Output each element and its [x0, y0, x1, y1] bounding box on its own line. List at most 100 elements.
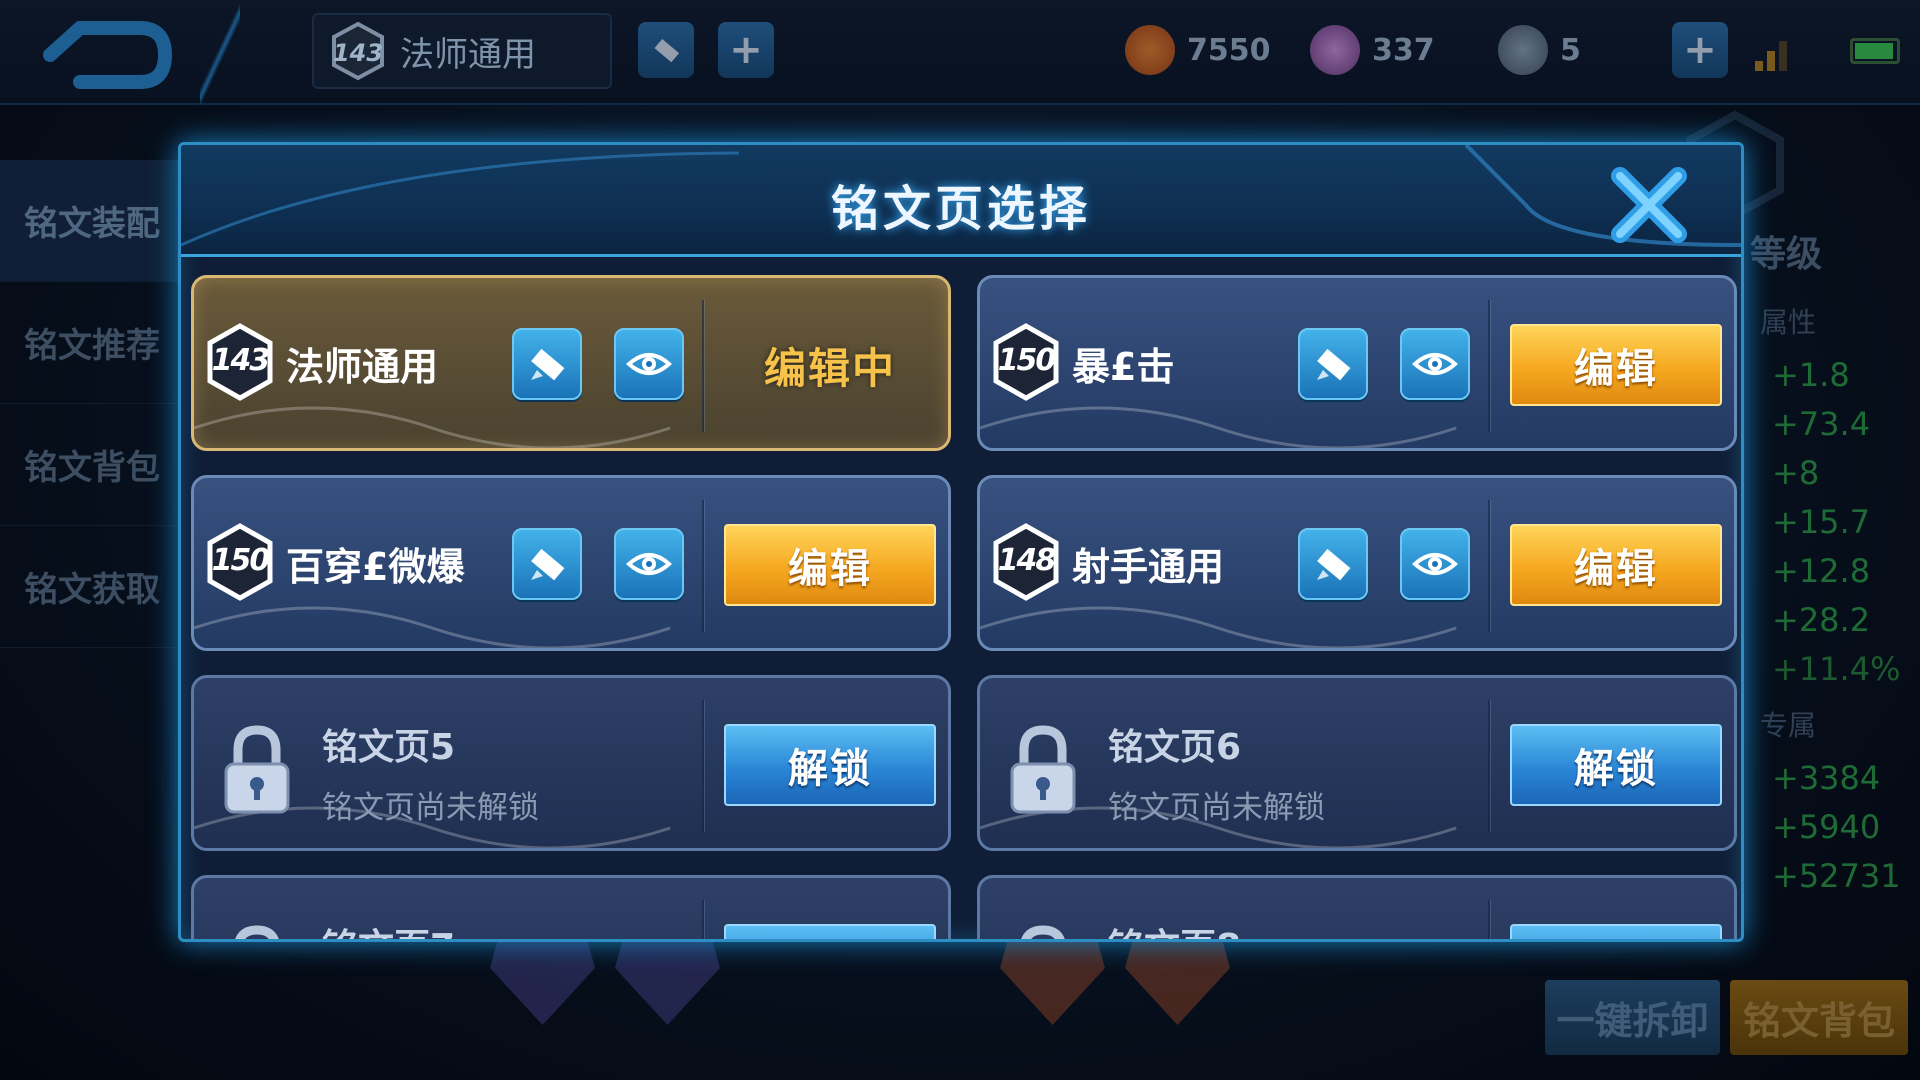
page-level: 143	[211, 343, 271, 378]
unlock-button[interactable]: 解锁	[1510, 924, 1722, 939]
rune-slot-icon[interactable]	[1125, 930, 1230, 1025]
rune-slot-icon[interactable]	[615, 930, 720, 1025]
attribute-value: +15.7	[1772, 503, 1871, 541]
diamond-icon	[1310, 25, 1360, 75]
attribute-section-title: 属性	[1760, 306, 1817, 339]
page-name: 暴£击	[1072, 345, 1175, 389]
rename-button[interactable]	[512, 528, 582, 600]
page-name: 铭文页6	[1108, 727, 1242, 768]
diamond-counter: 337	[1310, 22, 1435, 78]
add-page-button[interactable]: +	[718, 22, 774, 78]
current-page-level: 143	[333, 39, 383, 67]
attribute-value: +11.4%	[1772, 650, 1901, 688]
ticket-icon	[1498, 25, 1548, 75]
edit-button[interactable]: 编辑	[1510, 324, 1722, 406]
pencil-icon	[1317, 348, 1351, 381]
attribute-value: +1.8	[1772, 356, 1850, 394]
sidenav-label: 铭文推荐	[24, 326, 160, 366]
back-button[interactable]	[30, 10, 180, 100]
rename-button[interactable]	[512, 328, 582, 400]
pencil-icon	[531, 548, 565, 581]
rename-button[interactable]	[1298, 528, 1368, 600]
rune-slot-icon[interactable]	[1000, 930, 1105, 1025]
unlock-button[interactable]: 解锁	[724, 724, 936, 806]
current-rune-page[interactable]: 143 法师通用	[312, 13, 612, 89]
ticket-amount: 5	[1560, 32, 1581, 68]
sidenav-label: 铭文背包	[24, 448, 160, 488]
dismantle-all-button[interactable]: 一键拆卸	[1545, 980, 1720, 1055]
diamond-amount: 337	[1372, 32, 1435, 68]
sidenav-item-bag[interactable]: 铭文背包	[0, 404, 180, 526]
card-divider	[1488, 700, 1490, 832]
sidenav-item-obtain[interactable]: 铭文获取	[0, 526, 180, 648]
card-divider	[702, 700, 704, 832]
rune-page-card[interactable]: 150 暴£击 编辑	[977, 275, 1737, 451]
gold-amount: 7550	[1187, 32, 1271, 68]
page-level: 150	[211, 543, 271, 578]
page-name: 百穿£微爆	[286, 545, 465, 589]
dialog-title: 铭文页选择	[830, 181, 1091, 237]
editing-status: 编辑中	[763, 343, 896, 393]
current-page-name: 法师通用	[400, 34, 536, 75]
sidenav-item-equip[interactable]: 铭文装配	[0, 160, 180, 282]
signal-icon	[1755, 35, 1787, 71]
rune-page-card[interactable]: 143 法师通用 编辑中	[191, 275, 951, 451]
rune-page-select-dialog: 铭文页选择 143 法师通用 编辑中 150 暴£击 编辑 150 百穿£微爆 …	[178, 142, 1744, 942]
attribute-value: +3384	[1772, 759, 1881, 797]
edit-button[interactable]: 编辑	[724, 524, 936, 606]
locked-page-card[interactable]: 铭文页5 铭文页尚未解锁 解锁	[191, 675, 951, 851]
page-name: 铭文页7	[322, 918, 455, 939]
rune-slots-left	[490, 930, 720, 1030]
preview-button[interactable]	[1400, 528, 1470, 600]
lock-icon	[1004, 720, 1082, 820]
rune-bag-button[interactable]: 铭文背包	[1730, 980, 1908, 1055]
edit-button[interactable]: 编辑	[1510, 524, 1722, 606]
rune-page-card[interactable]: 148 射手通用 编辑	[977, 475, 1737, 651]
rename-page-button[interactable]	[638, 22, 694, 78]
attribute-value: +12.8	[1772, 552, 1871, 590]
unlock-button[interactable]: 解锁	[724, 924, 936, 939]
eye-icon	[1412, 553, 1458, 575]
eye-icon	[626, 553, 672, 575]
pencil-icon	[531, 348, 565, 381]
attribute-value: +28.2	[1772, 601, 1871, 639]
level-badge: 150	[206, 523, 274, 601]
eye-icon	[1412, 353, 1458, 375]
attribute-value: +52731	[1772, 857, 1901, 895]
card-divider	[1488, 900, 1490, 939]
sidenav-item-recommend[interactable]: 铭文推荐	[0, 282, 180, 404]
sidenav-label: 铭文获取	[24, 570, 160, 610]
sidenav-label: 铭文装配	[24, 204, 160, 244]
preview-button[interactable]	[614, 328, 684, 400]
attribute-value: +8	[1772, 454, 1820, 492]
page-name: 射手通用	[1072, 545, 1225, 589]
gold-counter: 7550	[1125, 22, 1271, 78]
locked-hint: 铭文页尚未解锁	[1108, 790, 1325, 826]
preview-button[interactable]	[614, 528, 684, 600]
attribute-section-title: 专属	[1760, 709, 1817, 742]
lock-icon	[218, 920, 296, 939]
page-name: 法师通用	[286, 345, 439, 389]
rune-slot-icon[interactable]	[490, 930, 595, 1025]
unlock-button[interactable]: 解锁	[1510, 724, 1722, 806]
dialog-header: 铭文页选择	[181, 145, 1741, 257]
locked-page-card[interactable]: 铭文页8 解锁	[977, 875, 1737, 939]
lock-icon	[1004, 920, 1082, 939]
attribute-panel-header: 等级	[1750, 234, 1823, 275]
locked-page-card[interactable]: 铭文页6 铭文页尚未解锁 解锁	[977, 675, 1737, 851]
card-divider	[1488, 500, 1490, 632]
attribute-panel: 等级 属性 +1.8 +73.4 +8 +15.7 +12.8 +28.2 +1…	[1750, 225, 1920, 901]
locked-page-card[interactable]: 铭文页7 解锁	[191, 875, 951, 939]
rename-button[interactable]	[1298, 328, 1368, 400]
lock-icon	[218, 720, 296, 820]
locked-hint: 铭文页尚未解锁	[322, 790, 539, 826]
recharge-button[interactable]: +	[1672, 22, 1728, 78]
gold-coin-icon	[1125, 25, 1175, 75]
close-button[interactable]	[1596, 155, 1701, 255]
level-hexagon-icon: 143	[332, 21, 384, 81]
preview-button[interactable]	[1400, 328, 1470, 400]
eye-icon	[626, 353, 672, 375]
topbar-divider	[200, 0, 240, 110]
back-arrow-icon	[43, 21, 173, 89]
rune-page-card[interactable]: 150 百穿£微爆 编辑	[191, 475, 951, 651]
